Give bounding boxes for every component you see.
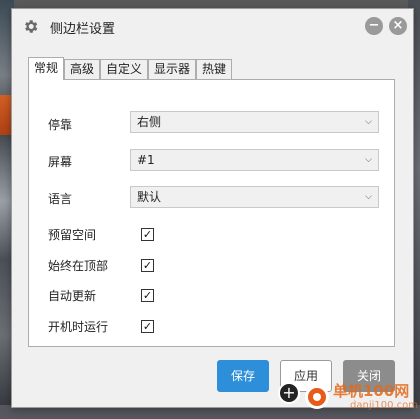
dock-label: 停靠 (48, 118, 73, 132)
tab-display[interactable]: 显示器 (148, 59, 196, 79)
language-select-value: 默认 (137, 190, 162, 204)
dock-select-value: 右侧 (137, 115, 162, 129)
title-bar[interactable]: 侧边栏设置 − × (12, 9, 413, 43)
checkmark-icon: ✓ (142, 289, 153, 302)
reserve-space-checkbox[interactable]: ✓ (141, 228, 154, 241)
run-at-startup-label: 开机时运行 (48, 320, 109, 334)
auto-update-checkbox[interactable]: ✓ (141, 289, 154, 302)
gear-icon (22, 18, 39, 35)
watermark-subtext: danji100.com (350, 400, 418, 411)
checkmark-icon: ✓ (142, 259, 153, 272)
screen-select[interactable]: #1 ⌵ (130, 149, 379, 171)
dock-select[interactable]: 右侧 ⌵ (130, 111, 379, 133)
screen-select-value: #1 (137, 153, 155, 167)
watermark-text: 单机100网 (333, 382, 410, 400)
tab-advanced[interactable]: 高级 (64, 59, 100, 79)
tab-general[interactable]: 常规 (28, 57, 64, 80)
language-label: 语言 (48, 192, 73, 206)
checkmark-icon: ✓ (142, 320, 153, 333)
close-window-button[interactable]: × (389, 17, 407, 35)
window-title: 侧边栏设置 (50, 22, 116, 37)
chevron-down-icon: ⌵ (365, 192, 372, 202)
tab-hotkeys[interactable]: 热键 (196, 59, 232, 79)
auto-update-label: 自动更新 (48, 289, 97, 303)
always-on-top-label: 始终在顶部 (48, 259, 109, 273)
save-button[interactable]: 保存 (217, 360, 269, 392)
always-on-top-checkbox[interactable]: ✓ (141, 259, 154, 272)
plus-icon: + (278, 382, 300, 404)
minimize-button[interactable]: − (365, 17, 383, 35)
run-at-startup-checkbox[interactable]: ✓ (141, 320, 154, 333)
watermark: + 单机100网 danji100.com (270, 372, 420, 419)
chevron-down-icon: ⌵ (365, 155, 372, 165)
checkmark-icon: ✓ (142, 228, 153, 241)
language-select[interactable]: 默认 ⌵ (130, 186, 379, 208)
settings-window: 侧边栏设置 − × 常规 高级 自定义 显示器 热键 停靠 右侧 ⌵ 屏幕 #1… (11, 8, 414, 408)
screen-label: 屏幕 (48, 155, 73, 169)
general-settings-panel: 停靠 右侧 ⌵ 屏幕 #1 ⌵ 语言 默认 ⌵ 预留空间 ✓ 始终在顶部 ✓ 自… (28, 79, 395, 347)
reserve-space-label: 预留空间 (48, 228, 97, 242)
chevron-down-icon: ⌵ (365, 117, 372, 127)
watermark-logo-icon (305, 385, 329, 409)
tab-custom[interactable]: 自定义 (100, 59, 148, 79)
